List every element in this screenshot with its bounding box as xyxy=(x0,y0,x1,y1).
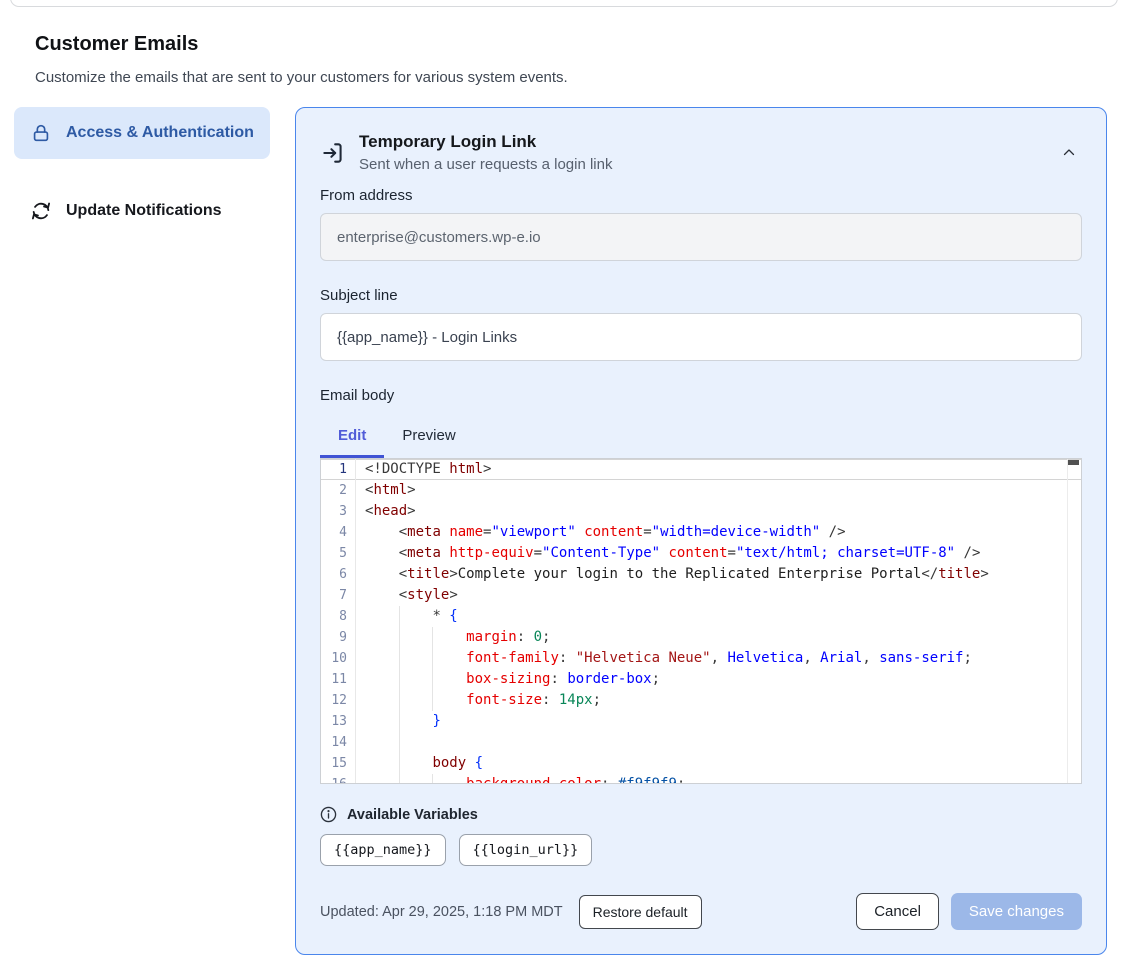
indent-guide xyxy=(432,648,433,669)
restore-default-button[interactable]: Restore default xyxy=(579,895,702,929)
indent-guide xyxy=(399,606,400,627)
line-number: 15 xyxy=(321,753,355,774)
refresh-icon xyxy=(30,200,52,222)
page-header: Customer Emails Customize the emails tha… xyxy=(0,0,1128,86)
indent-guide xyxy=(432,690,433,711)
indent-guide xyxy=(399,774,400,784)
line-number: 12 xyxy=(321,690,355,711)
from-address-label: From address xyxy=(320,187,1082,204)
panel-header-text: Temporary Login Link Sent when a user re… xyxy=(359,132,612,173)
collapse-section-button[interactable] xyxy=(1056,140,1082,166)
sidebar-item-label: Access & Authentication xyxy=(66,121,254,145)
indent-guide xyxy=(399,711,400,732)
line-number: 14 xyxy=(321,732,355,753)
indent-guide xyxy=(399,669,400,690)
available-variables-row: Available Variables xyxy=(320,806,1082,823)
sidebar-item-label: Update Notifications xyxy=(66,199,222,223)
code-line[interactable]: 8 * { xyxy=(321,606,1081,627)
line-number: 10 xyxy=(321,648,355,669)
code-line[interactable]: 9 margin: 0; xyxy=(321,627,1081,648)
page-subtitle: Customize the emails that are sent to yo… xyxy=(35,69,1093,86)
chevron-up-icon xyxy=(1060,144,1078,162)
save-changes-button[interactable]: Save changes xyxy=(951,893,1082,930)
editor-scrollbar[interactable] xyxy=(1067,459,1081,783)
tab-preview[interactable]: Preview xyxy=(384,418,473,458)
temporary-login-link-panel: Temporary Login Link Sent when a user re… xyxy=(295,107,1107,955)
code-line[interactable]: 11 box-sizing: border-box; xyxy=(321,669,1081,690)
code-line[interactable]: 15 body { xyxy=(321,753,1081,774)
code-line[interactable]: 14 xyxy=(321,732,1081,753)
line-number: 13 xyxy=(321,711,355,732)
tab-edit[interactable]: Edit xyxy=(320,418,384,458)
indent-guide xyxy=(399,627,400,648)
code-line[interactable]: 5 <meta http-equiv="Content-Type" conten… xyxy=(321,543,1081,564)
code-line[interactable]: 1<!DOCTYPE html> xyxy=(321,459,1081,480)
from-address-input[interactable] xyxy=(320,213,1082,261)
cancel-button[interactable]: Cancel xyxy=(856,893,939,930)
page-title: Customer Emails xyxy=(35,33,1093,56)
line-number: 9 xyxy=(321,627,355,648)
login-icon xyxy=(320,140,346,166)
indent-guide xyxy=(432,627,433,648)
indent-guide xyxy=(399,690,400,711)
code-line[interactable]: 13 } xyxy=(321,711,1081,732)
code-line[interactable]: 10 font-family: "Helvetica Neue", Helvet… xyxy=(321,648,1081,669)
variable-chips: {{app_name}} {{login_url}} xyxy=(320,834,1082,866)
line-number: 4 xyxy=(321,522,355,543)
indent-guide xyxy=(399,732,400,753)
indent-guide xyxy=(432,669,433,690)
variable-chip[interactable]: {{app_name}} xyxy=(320,834,446,866)
subject-line-label: Subject line xyxy=(320,287,1082,304)
line-number: 1 xyxy=(321,459,355,480)
info-icon xyxy=(320,806,337,823)
code-line[interactable]: 7 <style> xyxy=(321,585,1081,606)
code-line[interactable]: 12 font-size: 14px; xyxy=(321,690,1081,711)
editor-scrollbar-thumb[interactable] xyxy=(1068,460,1079,465)
line-number: 3 xyxy=(321,501,355,522)
indent-guide xyxy=(399,648,400,669)
variable-chip[interactable]: {{login_url}} xyxy=(459,834,593,866)
code-line[interactable]: 4 <meta name="viewport" content="width=d… xyxy=(321,522,1081,543)
line-number: 2 xyxy=(321,480,355,501)
line-number: 8 xyxy=(321,606,355,627)
updated-timestamp: Updated: Apr 29, 2025, 1:18 PM MDT xyxy=(320,904,563,920)
previous-card-bottom-edge xyxy=(10,0,1118,7)
code-line[interactable]: 3<head> xyxy=(321,501,1081,522)
line-number: 7 xyxy=(321,585,355,606)
code-editor[interactable]: 1<!DOCTYPE html>2<html>3<head>4 <meta na… xyxy=(320,458,1082,784)
indent-guide xyxy=(432,774,433,784)
sidebar-item-update-notifications[interactable]: Update Notifications xyxy=(14,185,270,237)
panel-header: Temporary Login Link Sent when a user re… xyxy=(320,132,1082,173)
code-line[interactable]: 2<html> xyxy=(321,480,1081,501)
lock-icon xyxy=(30,122,52,144)
section-title: Temporary Login Link xyxy=(359,132,612,152)
line-number: 5 xyxy=(321,543,355,564)
line-number: 6 xyxy=(321,564,355,585)
panel-footer: Updated: Apr 29, 2025, 1:18 PM MDT Resto… xyxy=(320,893,1082,930)
section-subtitle: Sent when a user requests a login link xyxy=(359,156,612,173)
sidebar: Access & Authentication Update Notificat… xyxy=(14,107,270,237)
main-layout: Access & Authentication Update Notificat… xyxy=(0,107,1128,955)
available-variables-label: Available Variables xyxy=(347,807,478,823)
code-editor-lines: 1<!DOCTYPE html>2<html>3<head>4 <meta na… xyxy=(321,459,1081,784)
email-body-label: Email body xyxy=(320,387,1082,404)
code-line[interactable]: 6 <title>Complete your login to the Repl… xyxy=(321,564,1081,585)
line-number: 16 xyxy=(321,774,355,784)
subject-line-input[interactable] xyxy=(320,313,1082,361)
indent-guide xyxy=(399,753,400,774)
email-body-tabs: Edit Preview xyxy=(320,418,1082,458)
code-line[interactable]: 16 background-color: #f9f9f9; xyxy=(321,774,1081,784)
sidebar-item-access-authentication[interactable]: Access & Authentication xyxy=(14,107,270,159)
line-number: 11 xyxy=(321,669,355,690)
